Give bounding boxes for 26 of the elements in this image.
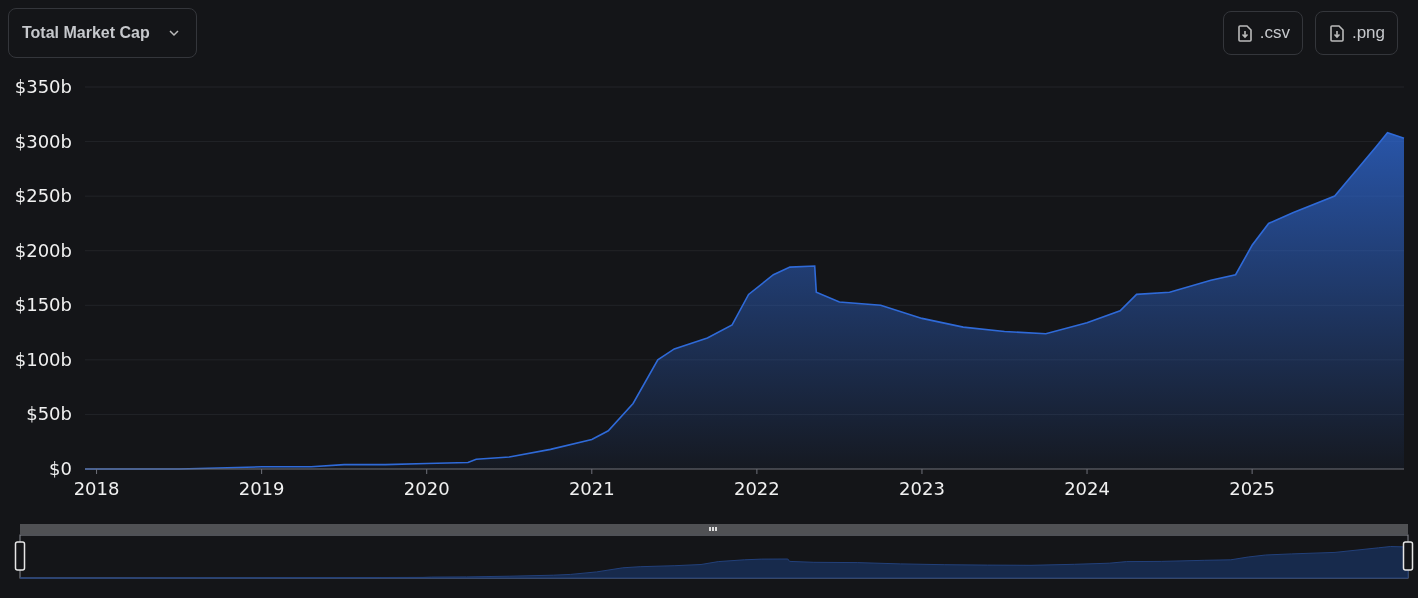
- y-axis-label: $200b: [14, 239, 72, 261]
- y-axis-label: $350b: [14, 76, 72, 97]
- y-axis-label: $250b: [14, 185, 72, 207]
- x-axis-label: 2024: [1064, 478, 1110, 499]
- range-handle[interactable]: [14, 541, 26, 571]
- y-axis-label: $300b: [14, 130, 72, 152]
- chevron-down-icon: [167, 29, 180, 37]
- x-axis-label: 2020: [403, 478, 450, 499]
- x-axis-label: 2023: [899, 478, 945, 499]
- slider-bar[interactable]: [20, 524, 1408, 534]
- metric-dropdown[interactable]: Total Market Cap: [8, 8, 197, 58]
- x-axis-label: 2022: [733, 478, 780, 499]
- file-download-icon: [1329, 24, 1344, 42]
- download-button[interactable]: .csv: [1222, 11, 1303, 55]
- y-axis-label: $100b: [14, 348, 72, 370]
- x-axis-label: 2019: [238, 478, 285, 499]
- range-handle[interactable]: [1402, 541, 1414, 571]
- file-download-icon: [1237, 24, 1252, 42]
- y-axis-label: $50b: [26, 403, 72, 425]
- y-axis-label: $0: [49, 458, 72, 479]
- y-axis-label: $150b: [14, 294, 72, 316]
- x-axis-label: 2025: [1229, 478, 1276, 499]
- grip-icon[interactable]: [709, 527, 717, 531]
- download-button[interactable]: .png: [1314, 11, 1398, 55]
- x-axis-label: 2018: [73, 478, 120, 499]
- x-axis-label: 2021: [568, 478, 615, 499]
